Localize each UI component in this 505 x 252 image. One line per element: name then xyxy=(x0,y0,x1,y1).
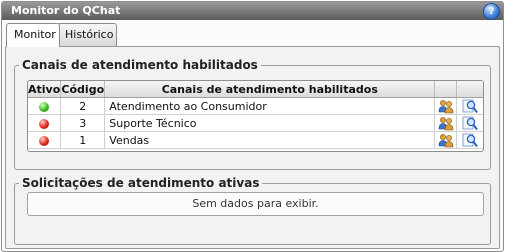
status-cell xyxy=(28,97,62,115)
channel-name-cell: Suporte Técnico xyxy=(104,114,436,132)
status-inactive-icon xyxy=(39,135,50,146)
channels-table: Ativo Código Canais de atendimento habil… xyxy=(27,80,484,152)
users-icon[interactable] xyxy=(438,133,454,148)
code-cell: 2 xyxy=(60,97,106,115)
no-data-message: Sem dados para exibir. xyxy=(27,192,484,216)
help-icon[interactable]: ? xyxy=(483,3,500,20)
search-icon[interactable] xyxy=(462,133,478,148)
requests-group-legend: Solicitações de atendimento ativas xyxy=(19,176,263,190)
column-header-search-action xyxy=(456,81,483,98)
tab-historico[interactable]: Histórico xyxy=(57,23,117,46)
column-header-code[interactable]: Código xyxy=(60,81,106,98)
search-action-cell xyxy=(456,131,483,149)
code-cell: 1 xyxy=(60,131,106,149)
status-active-icon xyxy=(39,101,50,112)
users-action-cell xyxy=(434,114,458,132)
search-icon[interactable] xyxy=(462,99,478,114)
channels-group-legend: Canais de atendimento habilitados xyxy=(19,58,261,72)
table-row[interactable]: 2 Atendimento ao Consumidor xyxy=(28,97,483,115)
window-titlebar: Monitor do QChat ? xyxy=(2,2,503,20)
table-row[interactable]: 1 Vendas xyxy=(28,131,483,149)
code-cell: 3 xyxy=(60,114,106,132)
search-action-cell xyxy=(456,114,483,132)
users-action-cell xyxy=(434,97,458,115)
column-header-users-action xyxy=(434,81,458,98)
tab-historico-label: Histórico xyxy=(65,28,114,41)
users-icon[interactable] xyxy=(438,116,454,131)
tab-monitor-label: Monitor xyxy=(14,28,56,41)
search-action-cell xyxy=(456,97,483,115)
users-icon[interactable] xyxy=(438,99,454,114)
column-header-active[interactable]: Ativo xyxy=(28,81,62,98)
channels-table-header: Ativo Código Canais de atendimento habil… xyxy=(28,81,483,98)
tab-monitor[interactable]: Monitor xyxy=(6,23,60,47)
status-cell xyxy=(28,114,62,132)
channel-name-cell: Vendas xyxy=(104,131,436,149)
table-row[interactable]: 3 Suporte Técnico xyxy=(28,114,483,132)
window-title: Monitor do QChat xyxy=(11,4,121,17)
column-header-name[interactable]: Canais de atendimento habilitados xyxy=(104,81,436,98)
search-icon[interactable] xyxy=(462,116,478,131)
channel-name-cell: Atendimento ao Consumidor xyxy=(104,97,436,115)
qchat-monitor-window: Monitor do QChat ? Monitor Histórico Can… xyxy=(1,1,504,252)
users-action-cell xyxy=(434,131,458,149)
status-cell xyxy=(28,131,62,149)
status-inactive-icon xyxy=(39,118,50,129)
